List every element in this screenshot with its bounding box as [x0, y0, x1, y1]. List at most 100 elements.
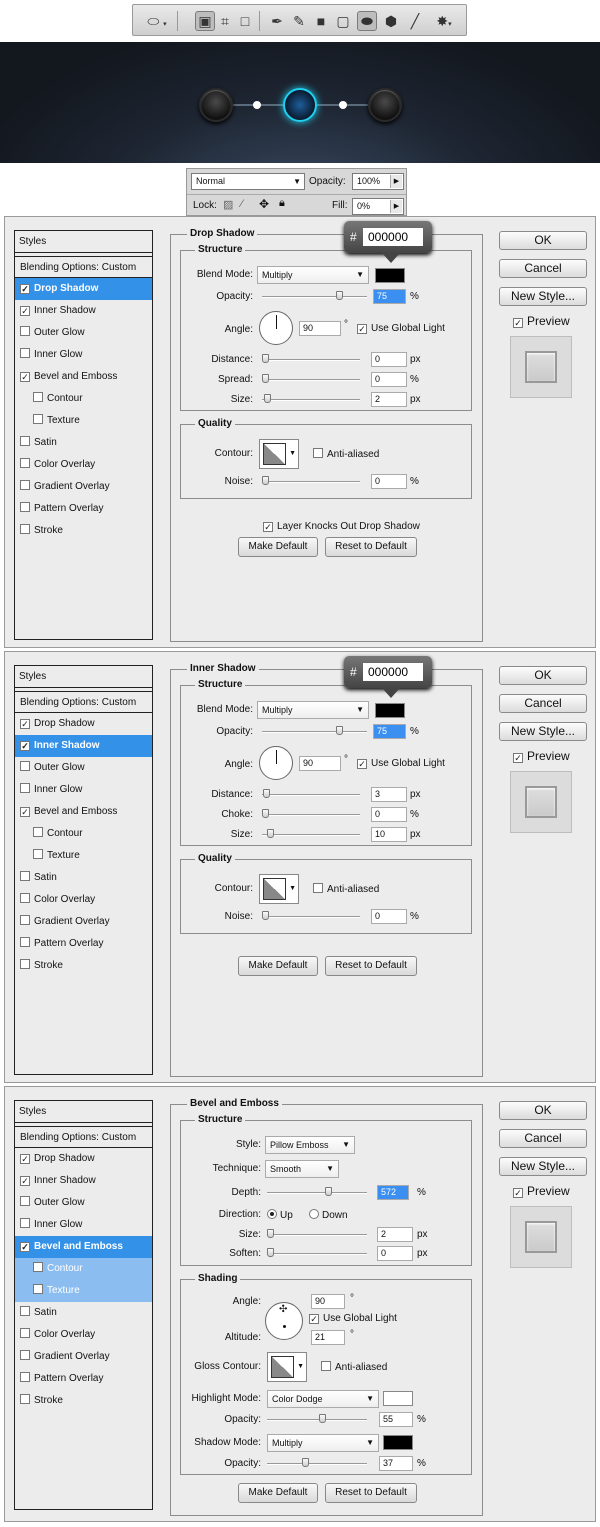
checkbox[interactable] [20, 915, 30, 925]
style-item-contour[interactable]: Contour [15, 823, 152, 845]
checkbox[interactable] [20, 436, 30, 446]
checkbox[interactable] [20, 326, 30, 336]
checkbox[interactable] [313, 448, 323, 458]
freeform-pen-icon[interactable]: ✎ [289, 11, 309, 31]
hex-field[interactable]: 000000 [363, 663, 423, 681]
checkbox-checked[interactable]: ✓ [20, 1176, 30, 1186]
ok-button[interactable]: OK [499, 231, 587, 250]
checkbox-checked[interactable]: ✓ [513, 753, 523, 763]
reset-default-button[interactable]: Reset to Default [325, 1483, 417, 1503]
direction-down-radio[interactable]: Down [309, 1209, 348, 1221]
checkbox[interactable] [33, 1262, 43, 1272]
noise-slider[interactable] [262, 911, 360, 920]
checkbox[interactable] [20, 1394, 30, 1404]
make-default-button[interactable]: Make Default [238, 956, 318, 976]
size-field[interactable]: 2 [371, 392, 407, 407]
checkbox-checked[interactable]: ✓ [357, 759, 367, 769]
checkbox-checked[interactable]: ✓ [263, 522, 273, 532]
angle-field[interactable]: 90 [299, 756, 341, 771]
checkbox[interactable] [20, 480, 30, 490]
radio[interactable] [309, 1209, 319, 1219]
checkbox[interactable] [20, 1218, 30, 1228]
lock-transparent-icon[interactable]: ▨ [223, 198, 233, 211]
checkbox-checked[interactable]: ✓ [20, 1242, 30, 1252]
style-item-satin[interactable]: Satin [15, 432, 152, 454]
style-item-color-overlay[interactable]: Color Overlay [15, 454, 152, 476]
blend-mode-select[interactable]: Normal ▼ [191, 173, 305, 190]
size-field[interactable]: 2 [377, 1227, 413, 1242]
checkbox-checked[interactable]: ✓ [309, 1314, 319, 1324]
slider-thumb[interactable] [262, 354, 269, 363]
checkbox-checked[interactable]: ✓ [20, 807, 30, 817]
style-item-inner-glow[interactable]: Inner Glow [15, 779, 152, 801]
new-style-button[interactable]: New Style... [499, 722, 587, 741]
slider-thumb[interactable] [262, 911, 269, 920]
choke-slider[interactable] [262, 809, 360, 818]
pen-tool-icon[interactable]: ✒ [267, 11, 287, 31]
style-item-drop-shadow[interactable]: ✓ Drop Shadow [15, 1148, 152, 1170]
style-item-texture[interactable]: Texture [15, 410, 152, 432]
style-item-inner-glow[interactable]: Inner Glow [15, 1214, 152, 1236]
contour-picker[interactable]: ▼ [259, 874, 299, 904]
style-item-drop-shadow[interactable]: ✓ Drop Shadow [15, 278, 152, 300]
gloss-contour-picker[interactable]: ▼ [267, 1352, 307, 1382]
slider-thumb[interactable] [336, 291, 343, 300]
checkbox[interactable] [20, 959, 30, 969]
blending-options[interactable]: Blending Options: Custom [15, 256, 152, 278]
depth-field[interactable]: 572 [377, 1185, 409, 1200]
altitude-field[interactable]: 21 [311, 1330, 345, 1345]
style-item-bevel-emboss[interactable]: ✓ Bevel and Emboss [15, 366, 152, 388]
style-item-inner-shadow[interactable]: ✓ Inner Shadow [15, 735, 152, 757]
bevel-style-select[interactable]: Pillow Emboss ▼ [265, 1136, 355, 1154]
layer-knocks-out[interactable]: ✓ Layer Knocks Out Drop Shadow [263, 521, 420, 532]
choke-field[interactable]: 0 [371, 807, 407, 822]
fill-field[interactable]: 0% ▶ [352, 198, 404, 215]
contour-picker[interactable]: ▼ [259, 439, 299, 469]
ok-button[interactable]: OK [499, 666, 587, 685]
checkbox[interactable] [20, 1350, 30, 1360]
preview-toggle[interactable]: ✓ Preview [513, 749, 570, 763]
slider-thumb[interactable] [262, 809, 269, 818]
highlight-opacity-field[interactable]: 55 [379, 1412, 413, 1427]
lock-all-icon[interactable]: 🔒︎ [279, 197, 285, 210]
angle-altitude-dial[interactable]: ✣ [265, 1302, 303, 1340]
anti-aliased[interactable]: Anti-aliased [313, 883, 379, 895]
opacity-slider[interactable] [262, 726, 367, 735]
polygon-tool-icon[interactable]: ⬢ [381, 11, 401, 31]
style-item-satin[interactable]: Satin [15, 1302, 152, 1324]
slider-thumb[interactable] [267, 1229, 274, 1238]
slider-thumb[interactable] [267, 1248, 274, 1257]
size-slider[interactable] [262, 394, 360, 403]
highlight-opacity-slider[interactable] [267, 1414, 367, 1423]
checkbox[interactable] [20, 937, 30, 947]
distance-slider[interactable] [262, 789, 360, 798]
style-item-bevel-emboss[interactable]: ✓ Bevel and Emboss [15, 1236, 152, 1258]
checkbox-checked[interactable]: ✓ [20, 1154, 30, 1164]
checkbox[interactable] [20, 348, 30, 358]
checkbox[interactable] [33, 827, 43, 837]
cancel-button[interactable]: Cancel [499, 259, 587, 278]
opacity-slider[interactable] [262, 291, 367, 300]
checkbox-checked[interactable]: ✓ [20, 284, 30, 294]
shape-layers-icon[interactable]: ▣ [195, 11, 215, 31]
line-tool-icon[interactable]: ╱ [405, 11, 425, 31]
ellipse-tool-icon[interactable]: ⬬ [357, 11, 377, 31]
distance-slider[interactable] [262, 354, 360, 363]
cancel-button[interactable]: Cancel [499, 694, 587, 713]
style-item-gradient-overlay[interactable]: Gradient Overlay [15, 476, 152, 498]
style-item-outer-glow[interactable]: Outer Glow [15, 1192, 152, 1214]
soften-slider[interactable] [267, 1248, 367, 1257]
checkbox-checked[interactable]: ✓ [20, 306, 30, 316]
style-item-gradient-overlay[interactable]: Gradient Overlay [15, 911, 152, 933]
shadow-color-swatch[interactable] [383, 1435, 413, 1450]
make-default-button[interactable]: Make Default [238, 1483, 318, 1503]
style-item-stroke[interactable]: Stroke [15, 1390, 152, 1412]
fill-pixels-icon[interactable]: □ [235, 11, 255, 31]
blend-mode-select[interactable]: Multiply ▼ [257, 266, 369, 284]
checkbox[interactable] [20, 1306, 30, 1316]
style-item-drop-shadow[interactable]: ✓ Drop Shadow [15, 713, 152, 735]
angle-field[interactable]: 90 [299, 321, 341, 336]
soften-field[interactable]: 0 [377, 1246, 413, 1261]
slider-thumb[interactable] [267, 829, 274, 838]
opacity-field[interactable]: 100% ▶ [352, 173, 404, 190]
